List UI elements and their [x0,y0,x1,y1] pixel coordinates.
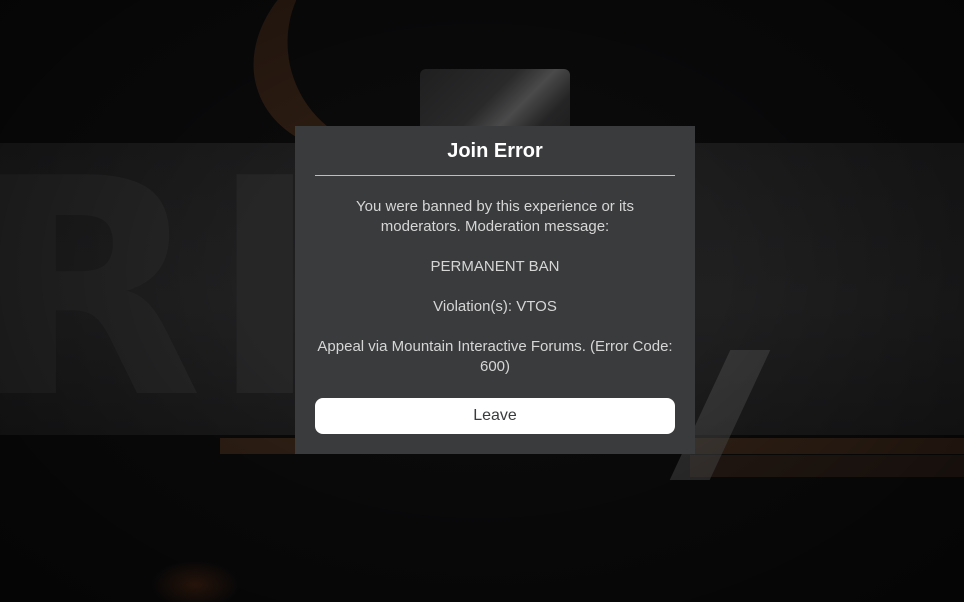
violation-text: Violation(s): VTOS [433,298,557,315]
error-message: You were banned by this experience or it… [315,197,675,377]
moderation-message: PERMANENT BAN [430,258,560,275]
appeal-text: Appeal via Mountain Interactive Forums. … [317,338,673,375]
ban-notice: You were banned by this experience or it… [356,198,634,235]
leave-button[interactable]: Leave [315,398,675,434]
dialog-title: Join Error [447,140,543,162]
title-divider [315,175,675,176]
join-error-dialog: Join Error You were banned by this exper… [295,126,695,454]
game-screen: RI Join Error You were banned by this ex… [0,0,964,602]
